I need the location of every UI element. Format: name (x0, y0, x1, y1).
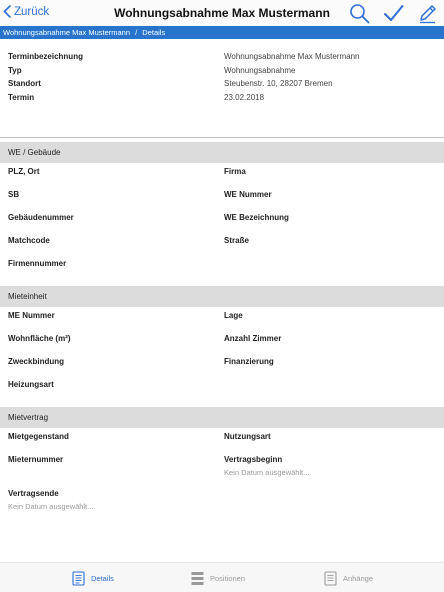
summary-value: Wohnungsabnahme Max Mustermann (224, 52, 360, 61)
back-label: Zurück (14, 5, 50, 18)
field-vertragsende[interactable]: Vertragsende (8, 489, 59, 498)
appointment-summary: Terminbezeichnung Wohnungsabnahme Max Mu… (0, 50, 444, 104)
field-sb[interactable]: SB (8, 190, 19, 199)
summary-value: Steubenstr. 10, 28207 Bremen (224, 79, 333, 88)
section-header-mieteinheit: Mieteinheit (0, 286, 444, 307)
summary-label: Terminbezeichnung (8, 52, 83, 61)
checkmark-icon[interactable] (383, 3, 404, 24)
field-matchcode[interactable]: Matchcode (8, 236, 50, 245)
list-icon (191, 572, 204, 585)
field-zweckbindung[interactable]: Zweckbindung (8, 357, 64, 366)
summary-row: Typ Wohnungsabnahme (0, 64, 444, 78)
section-header-we: WE / Gebäude (0, 142, 444, 163)
tab-positionen[interactable]: Positionen (191, 571, 245, 586)
field-nutzungsart[interactable]: Nutzungsart (224, 432, 271, 441)
field-we-bezeichnung[interactable]: WE Bezeichnung (224, 213, 289, 222)
attachment-icon (324, 571, 337, 586)
tab-anhaenge[interactable]: Anhänge (324, 571, 373, 586)
tab-label: Details (91, 574, 114, 583)
pencil-icon[interactable] (417, 3, 438, 24)
field-gebaeudenummer[interactable]: Gebäudenummer (8, 213, 74, 222)
field-plz-ort[interactable]: PLZ, Ort (8, 167, 40, 176)
chevron-left-icon (3, 5, 11, 18)
field-we-nummer[interactable]: WE Nummer (224, 190, 272, 199)
field-strasse[interactable]: Straße (224, 236, 249, 245)
summary-row: Termin 23.02.2018 (0, 91, 444, 105)
summary-value: 23.02.2018 (224, 92, 265, 102)
summary-row: Standort Steubenstr. 10, 28207 Bremen (0, 77, 444, 91)
field-heizungsart[interactable]: Heizungsart (8, 380, 54, 389)
tab-bar: Details Positionen Anhänge (0, 562, 444, 592)
field-vertragsbeginn[interactable]: Vertragsbeginn (224, 455, 282, 464)
field-mieternummer[interactable]: Mieternummer (8, 455, 63, 464)
field-firmennummer[interactable]: Firmennummer (8, 259, 66, 268)
summary-label: Termin (8, 92, 35, 102)
field-wohnflaeche[interactable]: Wohnfläche (m²) (8, 334, 71, 343)
vertragsbeginn-date-placeholder[interactable]: Kein Datum ausgewählt... (224, 468, 309, 477)
summary-row: Terminbezeichnung Wohnungsabnahme Max Mu… (0, 50, 444, 64)
tab-label: Positionen (210, 574, 246, 583)
field-mietgegenstand[interactable]: Mietgegenstand (8, 432, 69, 441)
summary-label: Typ (8, 65, 22, 75)
field-finanzierung[interactable]: Finanzierung (224, 357, 274, 366)
breadcrumb: Wohnungsabnahme Max Mustermann / Details (0, 26, 444, 39)
breadcrumb-parent[interactable]: Wohnungsabnahme Max Mustermann (3, 28, 130, 37)
field-lage[interactable]: Lage (224, 311, 243, 320)
breadcrumb-current: Details (142, 28, 166, 37)
summary-label: Standort (8, 79, 41, 88)
tab-details[interactable]: Details (72, 571, 114, 586)
section-header-mietvertrag: Mietvertrag (0, 407, 444, 428)
field-firma[interactable]: Firma (224, 167, 246, 176)
breadcrumb-separator: / (135, 28, 138, 37)
vertragsende-date-placeholder[interactable]: Kein Datum ausgewählt... (8, 502, 93, 511)
navigation-bar: Zurück Wohnungsabnahme Max Mustermann (0, 0, 444, 26)
field-me-nummer[interactable]: ME Nummer (8, 311, 55, 320)
back-button[interactable]: Zurück (3, 5, 49, 18)
field-anzahl-zimmer[interactable]: Anzahl Zimmer (224, 334, 281, 343)
search-icon[interactable] (349, 3, 370, 24)
document-icon (72, 571, 85, 586)
divider (0, 137, 444, 138)
tab-label: Anhänge (343, 574, 374, 583)
summary-value: Wohnungsabnahme (224, 65, 296, 75)
